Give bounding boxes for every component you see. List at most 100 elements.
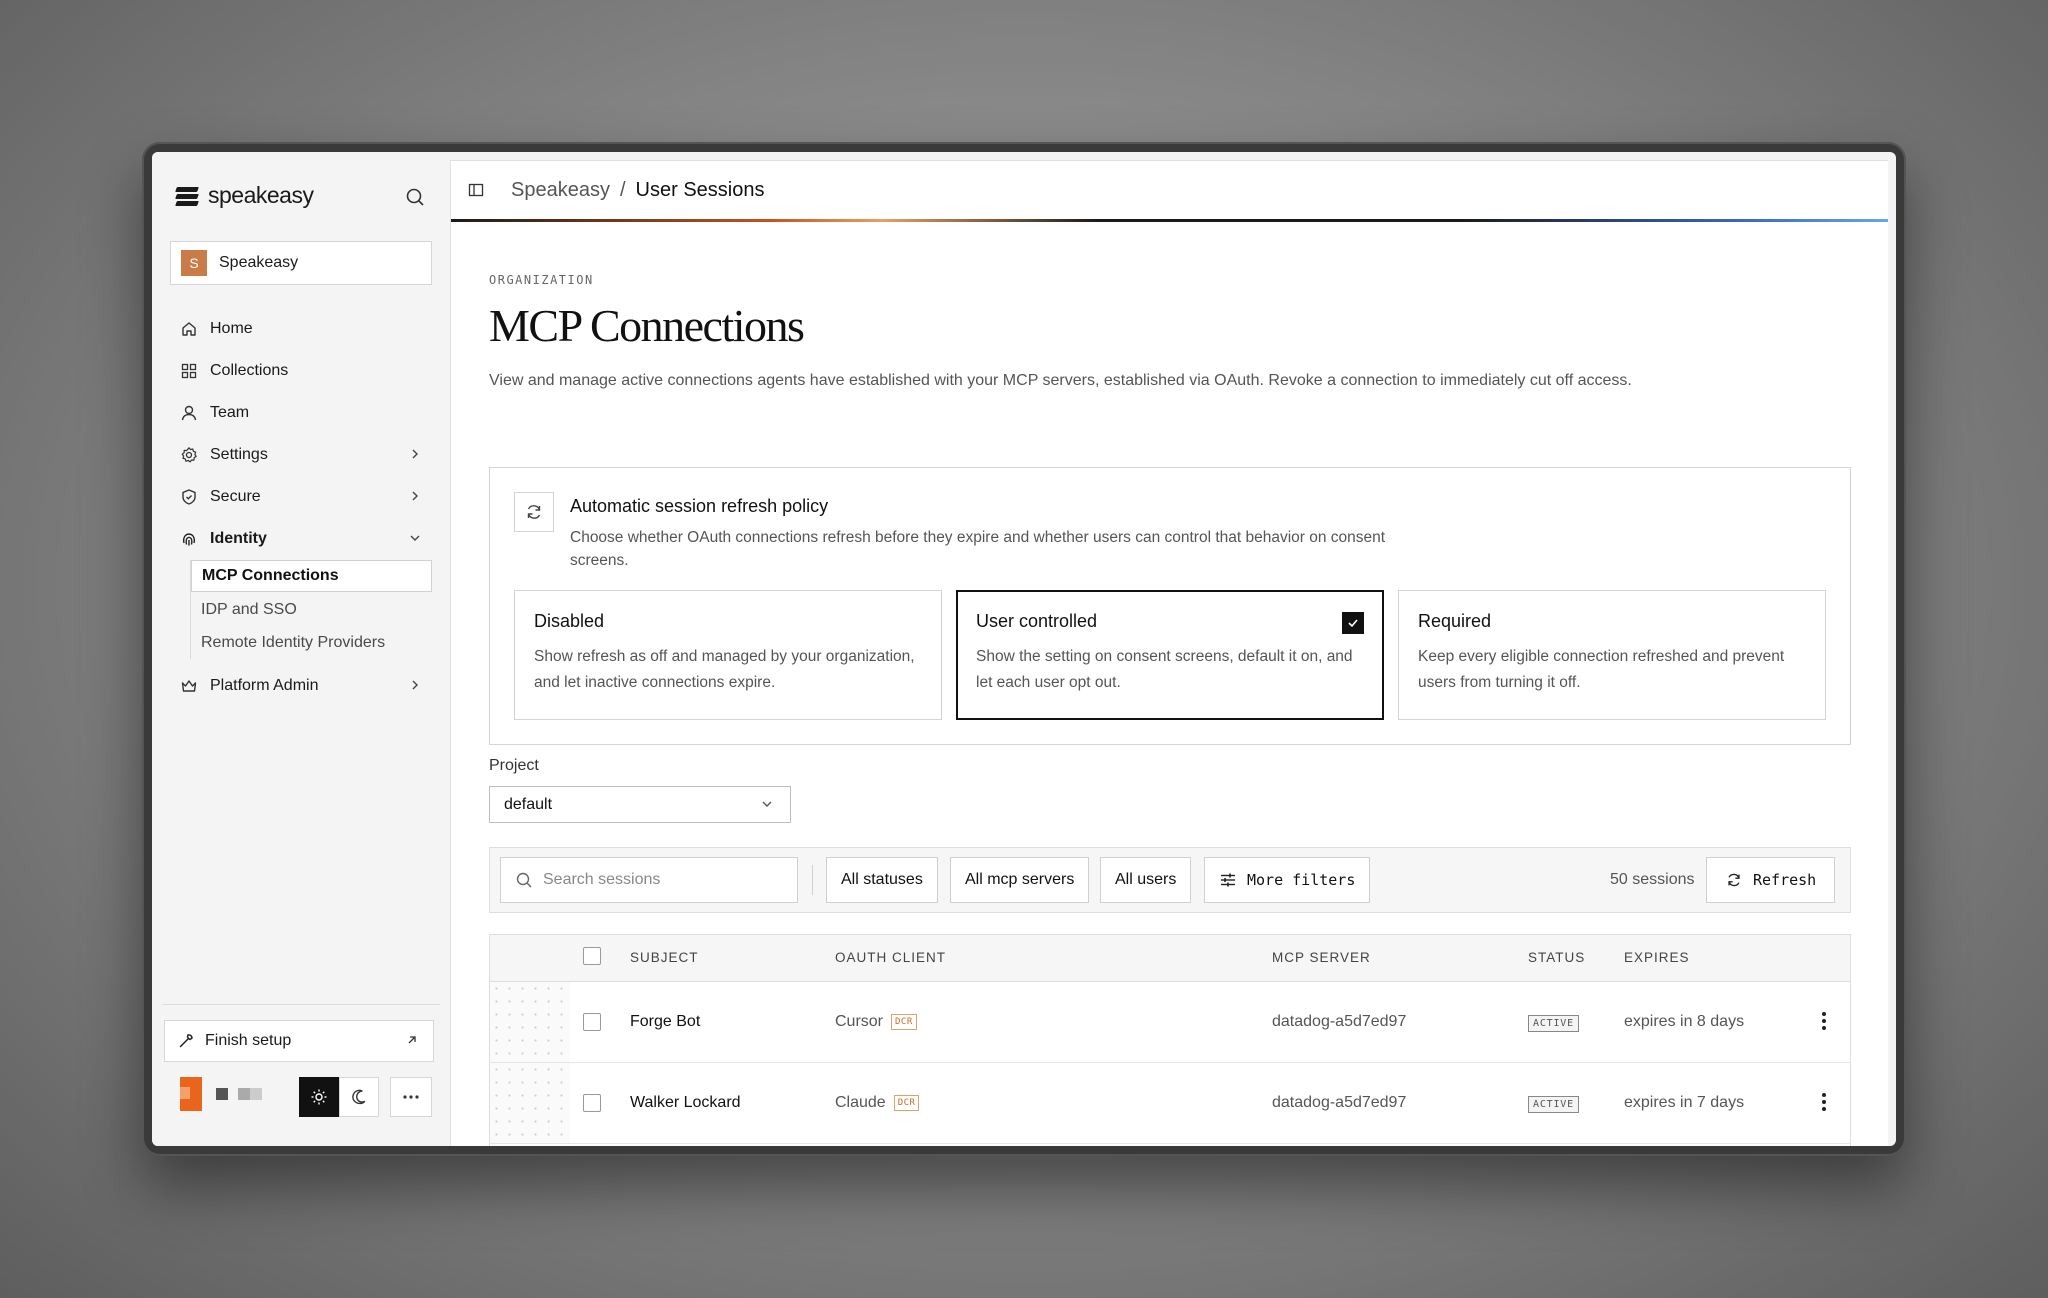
policy-description: Choose whether OAuth connections refresh…	[570, 529, 1386, 569]
sidebar-item-mcp-connections[interactable]: MCP Connections	[191, 560, 432, 592]
refresh-button[interactable]: Refresh	[1706, 857, 1836, 903]
theme-toggle	[299, 1077, 379, 1117]
option-description: Show the setting on consent screens, def…	[976, 648, 1353, 691]
topbar: Speakeasy / User Sessions	[451, 161, 1888, 219]
org-switcher[interactable]: S Speakeasy	[170, 241, 432, 285]
breadcrumb-current: User Sessions	[635, 178, 765, 201]
project-select[interactable]: default	[489, 786, 791, 823]
column-mcp-server[interactable]: MCP SERVER	[1272, 950, 1371, 965]
speakeasy-logo-icon	[175, 185, 200, 207]
dark-mode-button[interactable]	[339, 1077, 379, 1117]
users-filter[interactable]: All users	[1100, 857, 1192, 903]
logo-text: speakeasy	[208, 182, 314, 208]
ellipsis-icon	[403, 1095, 419, 1099]
sidebar-item-label: Settings	[210, 446, 268, 463]
grid-icon	[181, 363, 197, 379]
wrench-icon	[179, 1034, 193, 1048]
status-badge: ACTIVE	[1528, 1015, 1579, 1032]
sidebar-item-label: Collections	[210, 362, 289, 379]
status-filter[interactable]: All statuses	[826, 857, 938, 903]
dcr-tag: DCR	[893, 1095, 920, 1111]
filter-divider	[812, 865, 813, 895]
filter-bar: Search sessions All statuses All mcp ser…	[489, 847, 1851, 913]
crown-icon	[181, 680, 197, 692]
select-all-checkbox[interactable]	[583, 947, 601, 965]
row-checkbox[interactable]	[583, 1013, 601, 1031]
client-name: Claude	[835, 1094, 886, 1111]
sidebar-divider	[162, 1004, 440, 1005]
row-drag-area	[490, 1063, 570, 1143]
column-subject[interactable]: SUBJECT	[630, 950, 699, 965]
row-actions-icon[interactable]	[1822, 1012, 1826, 1030]
status-badge: ACTIVE	[1528, 1096, 1579, 1113]
row-expires: expires in 8 days	[1624, 1013, 1745, 1030]
sidebar-item-idp-sso[interactable]: IDP and SSO	[191, 593, 432, 626]
mcp-server-filter[interactable]: All mcp servers	[950, 857, 1090, 903]
policy-option-disabled[interactable]: Disabled Show refresh as off and managed…	[514, 590, 942, 720]
fingerprint-icon	[183, 533, 195, 546]
column-status[interactable]: STATUS	[1528, 950, 1585, 965]
main-panel: Speakeasy / User Sessions ORGANIZATION M…	[450, 160, 1888, 1146]
policy-option-required[interactable]: Required Keep every eligible connection …	[1398, 590, 1826, 720]
sidebar-item-label: Identity	[210, 530, 267, 547]
more-filters-button[interactable]: More filters	[1204, 857, 1371, 903]
page-title: MCP Connections	[489, 300, 805, 351]
option-description: Show refresh as off and managed by your …	[534, 648, 915, 691]
column-oauth-client[interactable]: OAUTH CLIENT	[835, 950, 946, 965]
row-server: datadog-a5d7ed97	[1272, 1013, 1407, 1030]
breadcrumb-separator: /	[619, 178, 626, 201]
search-icon	[516, 872, 532, 888]
policy-option-user-controlled[interactable]: User controlled Show the setting on cons…	[956, 590, 1384, 720]
refresh-label: Refresh	[1753, 871, 1817, 889]
org-name: Speakeasy	[219, 254, 299, 271]
search-sessions-input[interactable]: Search sessions	[500, 857, 798, 903]
user-icon	[181, 405, 197, 421]
identity-subnav: MCP Connections IDP and SSO Remote Ident…	[190, 560, 432, 659]
row-expires: expires in 7 days	[1624, 1094, 1745, 1111]
search-icon[interactable]	[402, 184, 428, 210]
home-icon	[182, 322, 196, 336]
table-row[interactable]: Forge Bot Cursor DCR datadog-a5d7ed97 ACT…	[490, 982, 1850, 1063]
chevron-right-icon	[412, 491, 418, 501]
dcr-tag: DCR	[891, 1014, 917, 1030]
refresh-icon	[1728, 873, 1740, 887]
sidebar-item-settings[interactable]: Settings	[170, 434, 432, 476]
page-description: View and manage active connections agent…	[489, 372, 1632, 389]
row-checkbox[interactable]	[583, 1094, 601, 1112]
sidebar-item-platform-admin[interactable]: Platform Admin	[170, 665, 432, 707]
accent-gradient-bar	[451, 219, 1888, 222]
refresh-policy-card: Automatic session refresh policy Choose …	[489, 467, 1851, 745]
sidebar-item-secure[interactable]: Secure	[170, 476, 432, 518]
sliders-icon	[1221, 873, 1235, 887]
sidebar: speakeasy S Speakeasy Home Collections T…	[152, 152, 450, 1146]
sidebar-toggle-icon[interactable]	[467, 181, 485, 199]
swatch-dark[interactable]	[216, 1088, 228, 1100]
option-title: Required	[1418, 611, 1492, 631]
finish-setup-button[interactable]: Finish setup	[164, 1020, 434, 1062]
refresh-icon	[514, 492, 554, 532]
sessions-table: SUBJECT OAUTH CLIENT MCP SERVER STATUS E…	[489, 934, 1851, 1146]
sidebar-item-home[interactable]: Home	[170, 308, 432, 350]
more-options-button[interactable]	[390, 1077, 432, 1117]
sidebar-item-collections[interactable]: Collections	[170, 350, 432, 392]
org-avatar: S	[181, 250, 207, 276]
table-row[interactable]: Walker Lockard Claude DCR datadog-a5d7ed9…	[490, 1063, 1850, 1144]
breadcrumb-root[interactable]: Speakeasy	[511, 179, 610, 202]
shield-icon	[182, 489, 196, 505]
option-title: Disabled	[534, 611, 605, 631]
light-mode-button[interactable]	[299, 1077, 339, 1117]
swatch-light[interactable]	[238, 1088, 262, 1100]
table-header: SUBJECT OAUTH CLIENT MCP SERVER STATUS E…	[490, 935, 1850, 982]
row-subject: Forge Bot	[630, 1013, 701, 1030]
sidebar-item-identity[interactable]: Identity	[170, 518, 432, 560]
sidebar-item-team[interactable]: Team	[170, 392, 432, 434]
app-window: speakeasy S Speakeasy Home Collections T…	[152, 152, 1896, 1146]
column-expires[interactable]: EXPIRES	[1624, 950, 1690, 965]
sidebar-item-remote-idp[interactable]: Remote Identity Providers	[191, 626, 432, 659]
row-server: datadog-a5d7ed97	[1272, 1094, 1407, 1111]
swatch-orange[interactable]	[180, 1077, 202, 1111]
logo[interactable]: speakeasy	[175, 182, 314, 209]
project-value: default	[504, 795, 553, 813]
row-actions-icon[interactable]	[1822, 1093, 1826, 1111]
sidebar-item-label: Platform Admin	[210, 677, 319, 694]
